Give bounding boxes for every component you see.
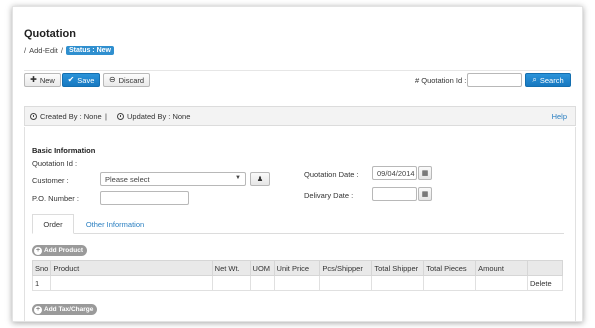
delivery-date-input[interactable] — [372, 187, 417, 201]
status-badge: Status : New — [65, 46, 114, 55]
header-divider — [24, 70, 571, 71]
column-header: Pcs/Shipper — [319, 260, 373, 276]
info-separator: | — [105, 112, 107, 121]
quotation-id-search-label: # Quotation Id : — [415, 76, 467, 85]
customer-select-value: Please select — [105, 174, 150, 184]
discard-button[interactable]: ⊖ Discard — [103, 73, 150, 87]
table-header-row: Sno Product Net Wt. UOM Unit Price Pcs/S… — [31, 260, 564, 276]
add-tax-charge-label: Add Tax/Charge — [44, 306, 94, 313]
quotation-date-input[interactable]: 09/04/2014 — [372, 166, 417, 180]
delivery-date-label: Delivary Date : — [304, 191, 354, 200]
tab-order[interactable]: Order — [32, 214, 74, 234]
search-button[interactable]: ⌕ Search — [525, 73, 571, 87]
clock-icon — [30, 113, 37, 120]
add-tax-charge-button[interactable]: + Add Tax/Charge — [32, 304, 98, 315]
separator-text: | — [105, 112, 107, 121]
column-header: Unit Price — [273, 260, 321, 276]
tab-bar: Order Other Information — [32, 214, 564, 234]
column-header: Product — [50, 260, 213, 276]
unit-price-cell[interactable] — [273, 275, 321, 291]
breadcrumb-add-edit[interactable]: Add-Edit — [29, 46, 58, 55]
column-header: UOM — [249, 260, 275, 276]
discard-button-label: Discard — [118, 75, 145, 85]
po-number-input[interactable] — [100, 191, 189, 205]
help-link[interactable]: Help — [552, 112, 567, 121]
section-title: Basic Information — [32, 146, 96, 155]
tab-other-information[interactable]: Other Information — [82, 214, 148, 234]
total-shipper-cell[interactable] — [371, 275, 425, 291]
breadcrumb-separator: / — [60, 46, 63, 55]
column-header: Sno — [31, 260, 52, 276]
add-customer-button[interactable]: ♟ — [250, 172, 270, 186]
person-icon: ♟ — [256, 176, 264, 183]
net-wt-cell[interactable] — [211, 275, 251, 291]
amount-cell — [475, 275, 528, 291]
calendar-icon[interactable]: ▦ — [418, 166, 432, 180]
uom-cell[interactable] — [249, 275, 275, 291]
audit-info-bar: Created By : None | Updated By : None He… — [24, 106, 576, 126]
quotation-id-label: Quotation Id : — [32, 159, 78, 168]
column-header: Total Pieces — [423, 260, 477, 276]
save-button-label: Save — [77, 75, 95, 85]
chevron-down-icon: ▼ — [235, 175, 241, 181]
quotation-date-label: Quotation Date : — [304, 170, 359, 179]
table-row: 1 Delete — [31, 275, 564, 291]
column-header — [526, 260, 564, 276]
plus-icon: ✚ — [30, 75, 37, 84]
updated-by-text: Updated By : None — [127, 112, 191, 121]
updated-by: Updated By : None — [117, 112, 190, 121]
breadcrumb-separator: / — [24, 46, 27, 55]
clock-icon — [117, 113, 124, 120]
breadcrumb: / Add-Edit / Status : New — [24, 46, 114, 55]
created-by-text: Created By : None — [40, 112, 102, 121]
save-button[interactable]: ✔ Save — [62, 73, 100, 87]
quotation-id-search-input[interactable] — [467, 73, 522, 87]
customer-select[interactable]: Please select ▼ — [100, 172, 246, 186]
column-header: Net Wt. — [211, 260, 251, 276]
plus-icon: + — [34, 305, 42, 314]
check-icon: ✔ — [67, 75, 75, 84]
page-title: Quotation — [24, 28, 76, 40]
pcs-shipper-cell[interactable] — [319, 275, 373, 291]
discard-icon: ⊖ — [108, 75, 116, 84]
new-button[interactable]: ✚ New — [24, 73, 61, 87]
add-product-label: Add Product — [44, 247, 83, 254]
po-number-label: P.O. Number : — [32, 194, 79, 203]
total-pieces-cell[interactable] — [423, 275, 477, 291]
sno-cell: 1 — [31, 275, 52, 291]
product-cell[interactable] — [50, 275, 213, 291]
new-button-label: New — [39, 75, 55, 85]
search-button-label: Search — [539, 75, 564, 85]
search-icon: ⌕ — [532, 75, 537, 84]
calendar-icon[interactable]: ▦ — [418, 187, 432, 201]
order-table: Sno Product Net Wt. UOM Unit Price Pcs/S… — [31, 260, 564, 291]
delete-link[interactable]: Delete — [526, 275, 564, 291]
add-product-button[interactable]: + Add Product — [32, 245, 87, 256]
customer-label: Customer : — [32, 176, 69, 185]
column-header: Total Shipper — [371, 260, 425, 276]
created-by: Created By : None — [30, 112, 102, 121]
plus-icon: + — [34, 246, 42, 255]
column-header: Amount — [475, 260, 528, 276]
